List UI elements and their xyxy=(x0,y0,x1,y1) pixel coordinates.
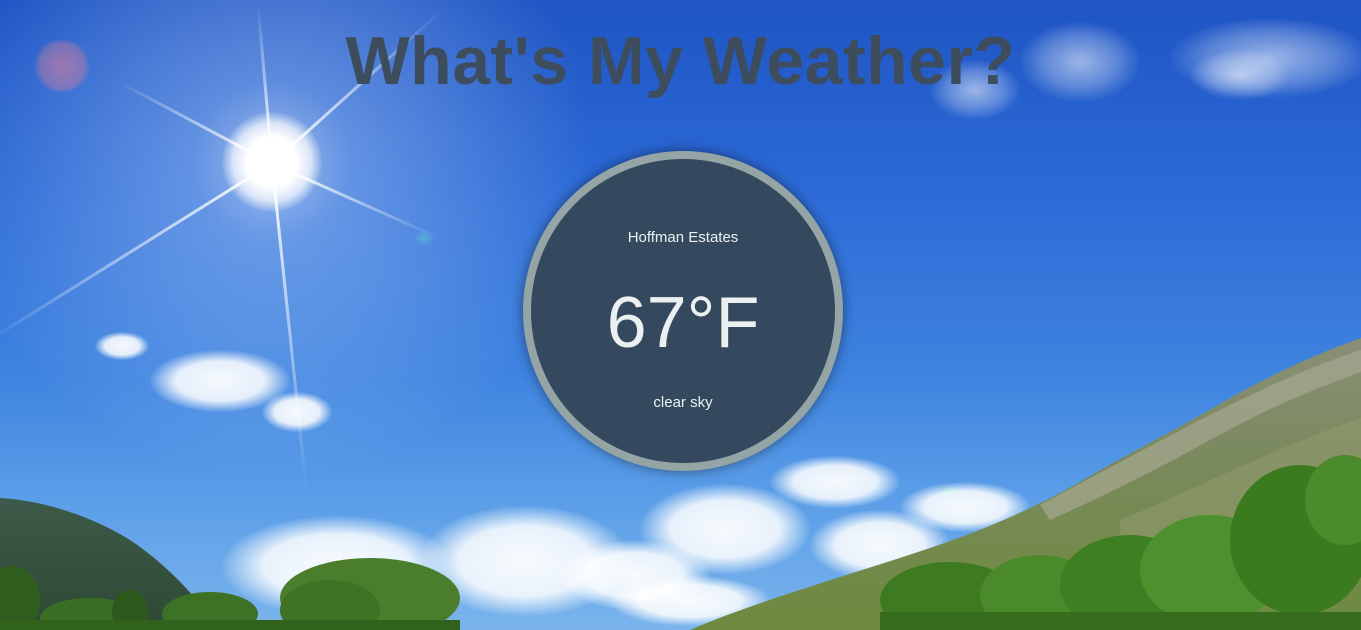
page-title: What's My Weather? xyxy=(345,23,1016,99)
city-name: Hoffman Estates xyxy=(627,229,739,246)
temperature: 67°F xyxy=(606,283,760,363)
weather-description: clear sky xyxy=(653,394,713,411)
weather-card: Hoffman Estates 67°F clear sky xyxy=(523,151,843,471)
background-scene: What's My Weather? Hoffman Estates 67°F … xyxy=(0,0,1361,630)
